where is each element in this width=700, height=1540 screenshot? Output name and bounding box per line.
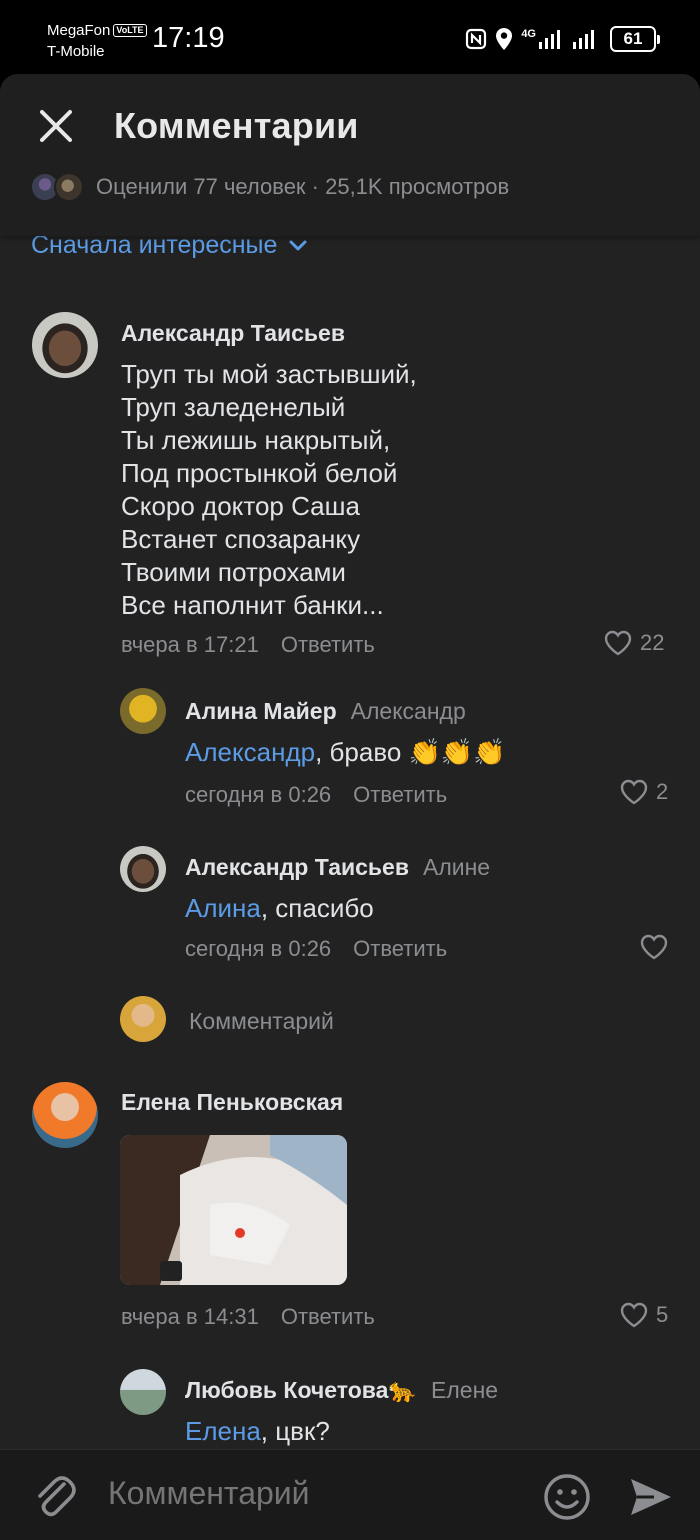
location-icon <box>496 28 513 50</box>
carrier-megafon: MegaFon <box>47 22 111 39</box>
heart-icon <box>604 630 632 656</box>
reply-to: Александр <box>350 698 466 724</box>
author-name: Алина Майер <box>185 698 337 724</box>
status-bar: MegaFon VoLTE T-Mobile 17:19 4G 61 <box>0 0 700 78</box>
like-count: 22 <box>640 630 665 655</box>
like-button[interactable]: 22 <box>604 630 664 656</box>
rated-avatars <box>30 172 84 202</box>
close-button[interactable] <box>34 104 78 148</box>
comment-date: вчера в 17:21 <box>121 632 259 657</box>
comment-body: , спасибо <box>260 893 374 923</box>
comment-text: Александр, браво 👏👏👏 <box>185 736 506 769</box>
comment-input[interactable] <box>108 1475 508 1512</box>
comments-header: Комментарии Оценили 77 человек · 25,1K п… <box>0 74 700 236</box>
battery-icon: 61 <box>610 26 660 52</box>
heart-icon <box>620 1302 648 1328</box>
reply-button[interactable]: Ответить <box>281 1304 375 1329</box>
comment-date: сегодня в 0:26 <box>185 936 332 961</box>
emoji-icon <box>544 1474 590 1520</box>
comment-author[interactable]: Александр Таисьев Алине <box>185 854 490 881</box>
comment-meta: сегодня в 0:26 Ответить <box>185 782 447 808</box>
like-count: 2 <box>656 779 669 804</box>
rated-summary[interactable]: Оценили 77 человек · 25,1K просмотров <box>30 172 509 202</box>
like-button[interactable]: 2 <box>620 779 668 805</box>
comment-body: , цвк? <box>260 1416 330 1446</box>
mention-link[interactable]: Алина <box>185 893 261 923</box>
mention-link[interactable]: Александр <box>185 737 315 767</box>
carrier-tmobile: T-Mobile <box>47 43 105 60</box>
page-title: Комментарии <box>114 105 359 146</box>
reply-to: Алине <box>422 854 491 880</box>
comment-compose-bar <box>0 1449 700 1540</box>
send-icon <box>631 1479 671 1515</box>
comment-line: Ты лежишь накрытый, <box>121 425 391 455</box>
avatar[interactable] <box>32 1082 98 1148</box>
system-icons: 4G 61 <box>465 26 660 52</box>
chevron-down-icon <box>289 240 307 250</box>
nfc-icon <box>466 28 487 50</box>
comment-author[interactable]: Алина Майер Александр <box>185 698 466 725</box>
reply-button[interactable]: Ответить <box>353 936 447 961</box>
comments-sheet: Комментарии Оценили 77 человек · 25,1K п… <box>0 74 700 1540</box>
comment-line: Труп заледенелый <box>121 392 346 422</box>
comment-line: Встанет спозаранку <box>121 524 361 554</box>
comment-text: Алина, спасибо <box>185 892 374 925</box>
avatar[interactable] <box>32 312 98 378</box>
author-name: Александр Таисьев <box>185 854 409 880</box>
avatar <box>54 172 84 202</box>
comment-author[interactable]: Александр Таисьев <box>121 320 345 347</box>
avatar[interactable] <box>120 688 166 734</box>
comment-meta: вчера в 14:31 Ответить <box>121 1304 375 1330</box>
comment-line: Скоро доктор Саша <box>121 491 360 521</box>
emoji-button[interactable] <box>542 1472 592 1522</box>
comment-date: вчера в 14:31 <box>121 1304 259 1329</box>
signal-icon-1 <box>539 30 560 49</box>
close-icon <box>40 110 72 142</box>
reply-button[interactable]: Ответить <box>281 632 375 657</box>
comment-author[interactable]: Любовь Кочетова🐆 Елене <box>185 1377 498 1404</box>
heart-icon <box>640 934 668 960</box>
comment-line: Все наполнит банки... <box>121 590 384 620</box>
comment-meta: вчера в 17:21 Ответить <box>121 632 375 658</box>
like-button[interactable]: 5 <box>620 1302 668 1328</box>
comment-line: Твоими потрохами <box>121 557 346 587</box>
reply-to: Елене <box>431 1377 499 1403</box>
status-time: 17:19 <box>152 22 225 54</box>
carrier-info: MegaFon VoLTE T-Mobile <box>47 20 147 62</box>
my-avatar <box>120 996 166 1042</box>
avatar[interactable] <box>120 1369 166 1415</box>
comment-photo[interactable] <box>120 1135 347 1285</box>
network-type: 4G <box>521 28 536 40</box>
comment-text: Елена, цвк? <box>185 1415 330 1448</box>
comment-line: Труп ты мой застывший, <box>121 359 417 389</box>
like-count: 5 <box>656 1302 669 1327</box>
comment-author[interactable]: Елена Пеньковская <box>121 1089 343 1116</box>
like-button[interactable] <box>640 934 676 960</box>
paperclip-icon <box>38 1476 76 1517</box>
comment-line: Под простынкой белой <box>121 458 398 488</box>
comment-meta: сегодня в 0:26 Ответить <box>185 936 447 962</box>
avatar[interactable] <box>120 846 166 892</box>
reply-comment-input[interactable]: Комментарий <box>189 1008 334 1035</box>
reply-button[interactable]: Ответить <box>353 782 447 807</box>
comment-body: , браво 👏👏👏 <box>315 737 506 767</box>
volte-badge: VoLTE <box>113 24 147 37</box>
comment-date: сегодня в 0:26 <box>185 782 332 807</box>
author-name: Любовь Кочетова🐆 <box>185 1377 418 1403</box>
mention-link[interactable]: Елена <box>185 1416 261 1446</box>
heart-icon <box>620 779 648 805</box>
attach-button[interactable] <box>30 1470 78 1522</box>
send-button[interactable] <box>628 1476 674 1518</box>
rated-text: Оценили 77 человек · 25,1K просмотров <box>96 174 510 199</box>
signal-icon-2 <box>573 30 594 49</box>
photo-image <box>120 1135 347 1285</box>
